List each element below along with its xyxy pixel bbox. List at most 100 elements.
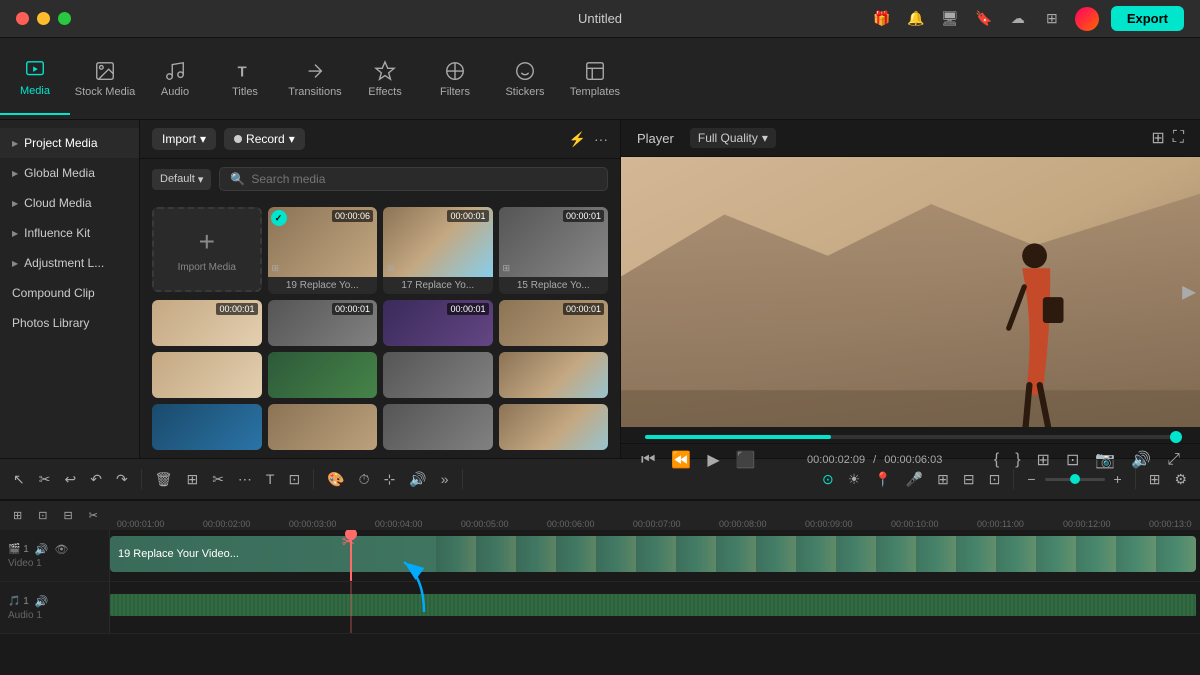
media-item-20[interactable]: ⊞ 20 Replace Yo... — [383, 352, 493, 398]
ruler-mark-7: 00:00:08:00 — [719, 519, 767, 529]
cloud-icon[interactable]: ☁ — [1007, 8, 1029, 30]
video-eye-icon[interactable]: 👁 — [55, 543, 69, 556]
progress-bar[interactable] — [645, 435, 1176, 439]
tab-effects[interactable]: Effects — [350, 43, 420, 115]
media-item-27[interactable]: ⊞ 27 Replace Yo... — [152, 352, 262, 398]
media-item-18a[interactable]: 00:00:01 ⊞ 18 Replace Yo... — [152, 300, 262, 346]
text-tool[interactable]: T — [261, 467, 280, 491]
undo-button[interactable]: ↶ — [85, 467, 107, 492]
stabilize-tool[interactable]: ⊹ — [379, 467, 401, 492]
clip-link[interactable]: 📍 — [869, 467, 896, 492]
more-options-icon[interactable]: ··· — [594, 131, 608, 147]
stop-button[interactable]: ⬛ — [732, 450, 760, 470]
audio-waveform — [110, 594, 1196, 616]
audio-clip[interactable] — [110, 594, 1196, 616]
notification-icon[interactable]: 🔔 — [905, 8, 927, 30]
record-button[interactable]: Record ▾ — [224, 128, 305, 150]
video-number-label: 🎬 1 — [8, 544, 29, 555]
timeline-tool-4[interactable]: ✂ — [84, 505, 103, 526]
split-clip-button[interactable]: ✂ — [207, 467, 229, 492]
sidebar-item-compound-clip[interactable]: Compound Clip — [0, 278, 139, 308]
step-back-icon[interactable]: ⏪ — [667, 450, 695, 470]
ripple-tool[interactable]: ↩ — [59, 467, 81, 492]
grid-view-icon[interactable]: ⊞ — [1151, 128, 1164, 148]
minimize-button[interactable] — [37, 12, 50, 25]
default-sort-button[interactable]: Default ▾ — [152, 169, 211, 190]
tab-transitions[interactable]: Transitions — [280, 43, 350, 115]
audio-tool[interactable]: 🔊 — [404, 467, 431, 492]
media-item-17[interactable]: 00:00:01 ⊞ 17 Replace Yo... — [383, 207, 493, 294]
toolbar-separator-5 — [1135, 469, 1136, 489]
zoom-in-icon[interactable]: + — [1109, 467, 1127, 491]
trim-tool[interactable]: ✂ — [34, 467, 56, 492]
zoom-thumb[interactable] — [1070, 474, 1080, 484]
tab-filters[interactable]: Filters — [420, 43, 490, 115]
media-item-22[interactable]: ⊞ 22 Replace Yo... — [268, 352, 378, 398]
ripple-delete[interactable]: ⋯ — [233, 467, 257, 492]
tab-titles[interactable]: T Titles — [210, 43, 280, 115]
track-settings[interactable]: ⊟ — [958, 467, 980, 492]
media-item-r1[interactable] — [152, 404, 262, 450]
maximize-button[interactable] — [58, 12, 71, 25]
tab-media[interactable]: Media — [0, 43, 70, 115]
sidebar-item-photos-library[interactable]: Photos Library — [0, 308, 139, 338]
track-add[interactable]: ⊞ — [932, 467, 954, 492]
play-button[interactable]: ▶ — [703, 450, 723, 470]
media-item-15[interactable]: 00:00:01 ⊞ 15 Replace Yo... — [499, 207, 609, 294]
close-button[interactable] — [16, 12, 29, 25]
fullscreen-icon[interactable]: ⛶ — [1173, 129, 1184, 147]
snap-toggle[interactable]: ⊙ — [817, 467, 839, 492]
color-tool[interactable]: 🎨 — [322, 467, 349, 492]
select-tool[interactable]: ↖ — [8, 467, 30, 492]
settings-icon[interactable]: ⚙ — [1169, 467, 1192, 492]
next-frame-button[interactable]: ▶ — [1178, 278, 1200, 307]
bookmark-icon[interactable]: 🔖 — [973, 8, 995, 30]
timeline-tool-3[interactable]: ⊟ — [58, 505, 77, 526]
zoom-out-icon[interactable]: − — [1022, 467, 1040, 491]
media-item-16[interactable]: 00:00:01 ⊞ 16 Replace Yo... — [383, 300, 493, 346]
layout-icon[interactable]: ⊞ — [1144, 467, 1166, 492]
tab-templates[interactable]: Templates — [560, 43, 630, 115]
audio-mute-icon[interactable]: 🔊 — [35, 595, 49, 608]
delete-button[interactable]: 🗑 — [150, 467, 178, 492]
media-item-r4[interactable] — [499, 404, 609, 450]
speed-tool[interactable]: ⏱ — [354, 467, 375, 492]
pip-view[interactable]: ⊡ — [984, 467, 1006, 492]
sidebar-item-influence-kit[interactable]: ▶ Influence Kit — [0, 218, 139, 248]
mic-button[interactable]: 🎤 — [901, 467, 928, 492]
timeline-tool-2[interactable]: ⊡ — [33, 505, 52, 526]
tab-stickers[interactable]: Stickers — [490, 43, 560, 115]
sidebar-item-project-media[interactable]: ▶ Project Media — [0, 128, 139, 158]
quality-select[interactable]: Full Quality ▾ — [690, 128, 776, 148]
media-item-19a[interactable]: 00:00:06 ✓ ⊞ 19 Replace Yo... — [268, 207, 378, 294]
sidebar-influence-kit-label: Influence Kit — [24, 226, 90, 240]
user-avatar[interactable] — [1075, 7, 1099, 31]
import-media-button[interactable]: + Import Media — [152, 207, 262, 292]
media-item-r3[interactable] — [383, 404, 493, 450]
video-mute-icon[interactable]: 🔊 — [35, 543, 49, 556]
media-item-19b[interactable]: 00:00:01 ⊞ 19 Replace Yo... — [499, 300, 609, 346]
ripple-mode[interactable]: ☀ — [843, 467, 866, 492]
clip-tool[interactable]: ⊞ — [181, 467, 203, 492]
media-item-r2[interactable] — [268, 404, 378, 450]
sidebar-item-global-media[interactable]: ▶ Global Media — [0, 158, 139, 188]
media-item-14[interactable]: 00:00:01 ⊞ 14 Replace Yo... — [268, 300, 378, 346]
filter-icon[interactable]: ⚡ — [569, 131, 586, 148]
export-button[interactable]: Export — [1111, 6, 1184, 31]
skip-back-icon[interactable]: ⏮ — [637, 451, 659, 469]
tab-audio[interactable]: Audio — [140, 43, 210, 115]
more-tools[interactable]: » — [436, 467, 454, 491]
gift-icon[interactable]: 🎁 — [871, 8, 893, 30]
sidebar-item-cloud-media[interactable]: ▶ Cloud Media — [0, 188, 139, 218]
redo-button[interactable]: ↷ — [111, 467, 133, 492]
apps-icon[interactable]: ⊞ — [1041, 8, 1063, 30]
timeline-tool-1[interactable]: ⊞ — [8, 505, 27, 526]
video-clip[interactable]: 19 Replace Your Video... — [110, 536, 1196, 572]
import-button[interactable]: Import ▾ — [152, 128, 216, 150]
crop-tool[interactable]: ⊡ — [283, 467, 305, 492]
media-item-18b[interactable]: ⊞ 18 Replace Yo... — [499, 352, 609, 398]
tab-stock-media[interactable]: Stock Media — [70, 43, 140, 115]
search-input[interactable] — [251, 172, 597, 186]
sidebar-item-adjustment[interactable]: ▶ Adjustment L... — [0, 248, 139, 278]
monitor-icon[interactable]: 🖥 — [939, 8, 961, 30]
